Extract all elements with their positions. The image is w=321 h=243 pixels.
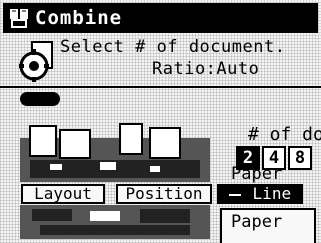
tab-line-label: Line: [252, 184, 292, 203]
doc-count-8-button[interactable]: 8: [288, 146, 312, 170]
layout-preview-image-lower: [20, 205, 210, 239]
paper-button-label: Paper: [231, 212, 283, 232]
combine-screen: Combine Select # of document. Ratio:Auto…: [0, 0, 321, 243]
paper-label: Paper: [231, 164, 283, 184]
line-icon: [228, 193, 241, 196]
instruction-text: Select # of document.: [60, 37, 286, 57]
layout-preview-image: [20, 123, 210, 182]
status-badge: [20, 92, 60, 106]
tab-layout[interactable]: Layout: [21, 184, 105, 204]
tab-bar: Layout Position Line: [3, 184, 318, 204]
number-of-docs-label: # of doc: [248, 124, 321, 145]
tab-position[interactable]: Position: [116, 184, 212, 204]
divider: [0, 86, 321, 88]
tab-line[interactable]: Line: [217, 184, 303, 204]
window-title: Combine: [35, 7, 123, 29]
combine-pages-icon: [10, 9, 28, 28]
ratio-text: Ratio:Auto: [152, 59, 260, 79]
title-bar: Combine: [3, 3, 318, 33]
document-gear-icon: [19, 41, 53, 82]
